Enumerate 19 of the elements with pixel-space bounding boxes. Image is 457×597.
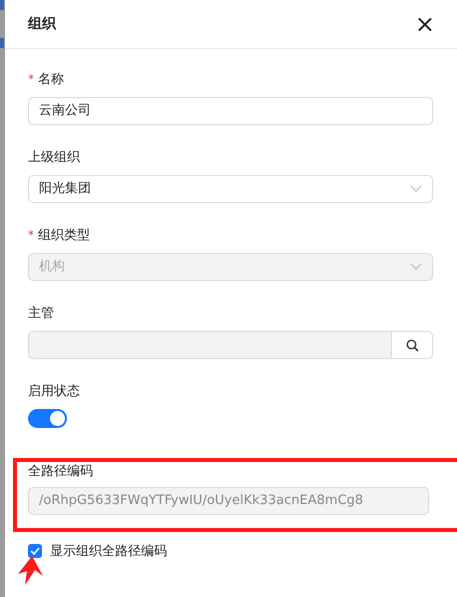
close-button[interactable]: ×: [414, 12, 435, 36]
chevron-down-icon: [410, 263, 422, 271]
checkbox-label: 显示组织全路径编码: [50, 542, 167, 560]
field-label: 上级组织: [28, 149, 80, 167]
field-label: 主管: [28, 305, 54, 323]
chevron-down-icon: [410, 185, 422, 193]
select-field[interactable]: 阳光集团: [28, 175, 433, 203]
checkbox[interactable]: [28, 544, 42, 558]
required-mark: *: [28, 228, 34, 242]
search-button[interactable]: [392, 331, 433, 359]
toggle-switch[interactable]: [28, 409, 67, 428]
search-icon: [406, 338, 418, 352]
field-label: 名称: [38, 71, 64, 89]
input-field[interactable]: 云南公司: [28, 97, 433, 125]
required-mark: *: [28, 72, 34, 86]
field-label: 组织类型: [38, 227, 90, 245]
dialog-title: 组织: [28, 14, 56, 34]
field-label: 全路径编码: [28, 462, 93, 480]
field-label: 启用状态: [28, 383, 80, 401]
